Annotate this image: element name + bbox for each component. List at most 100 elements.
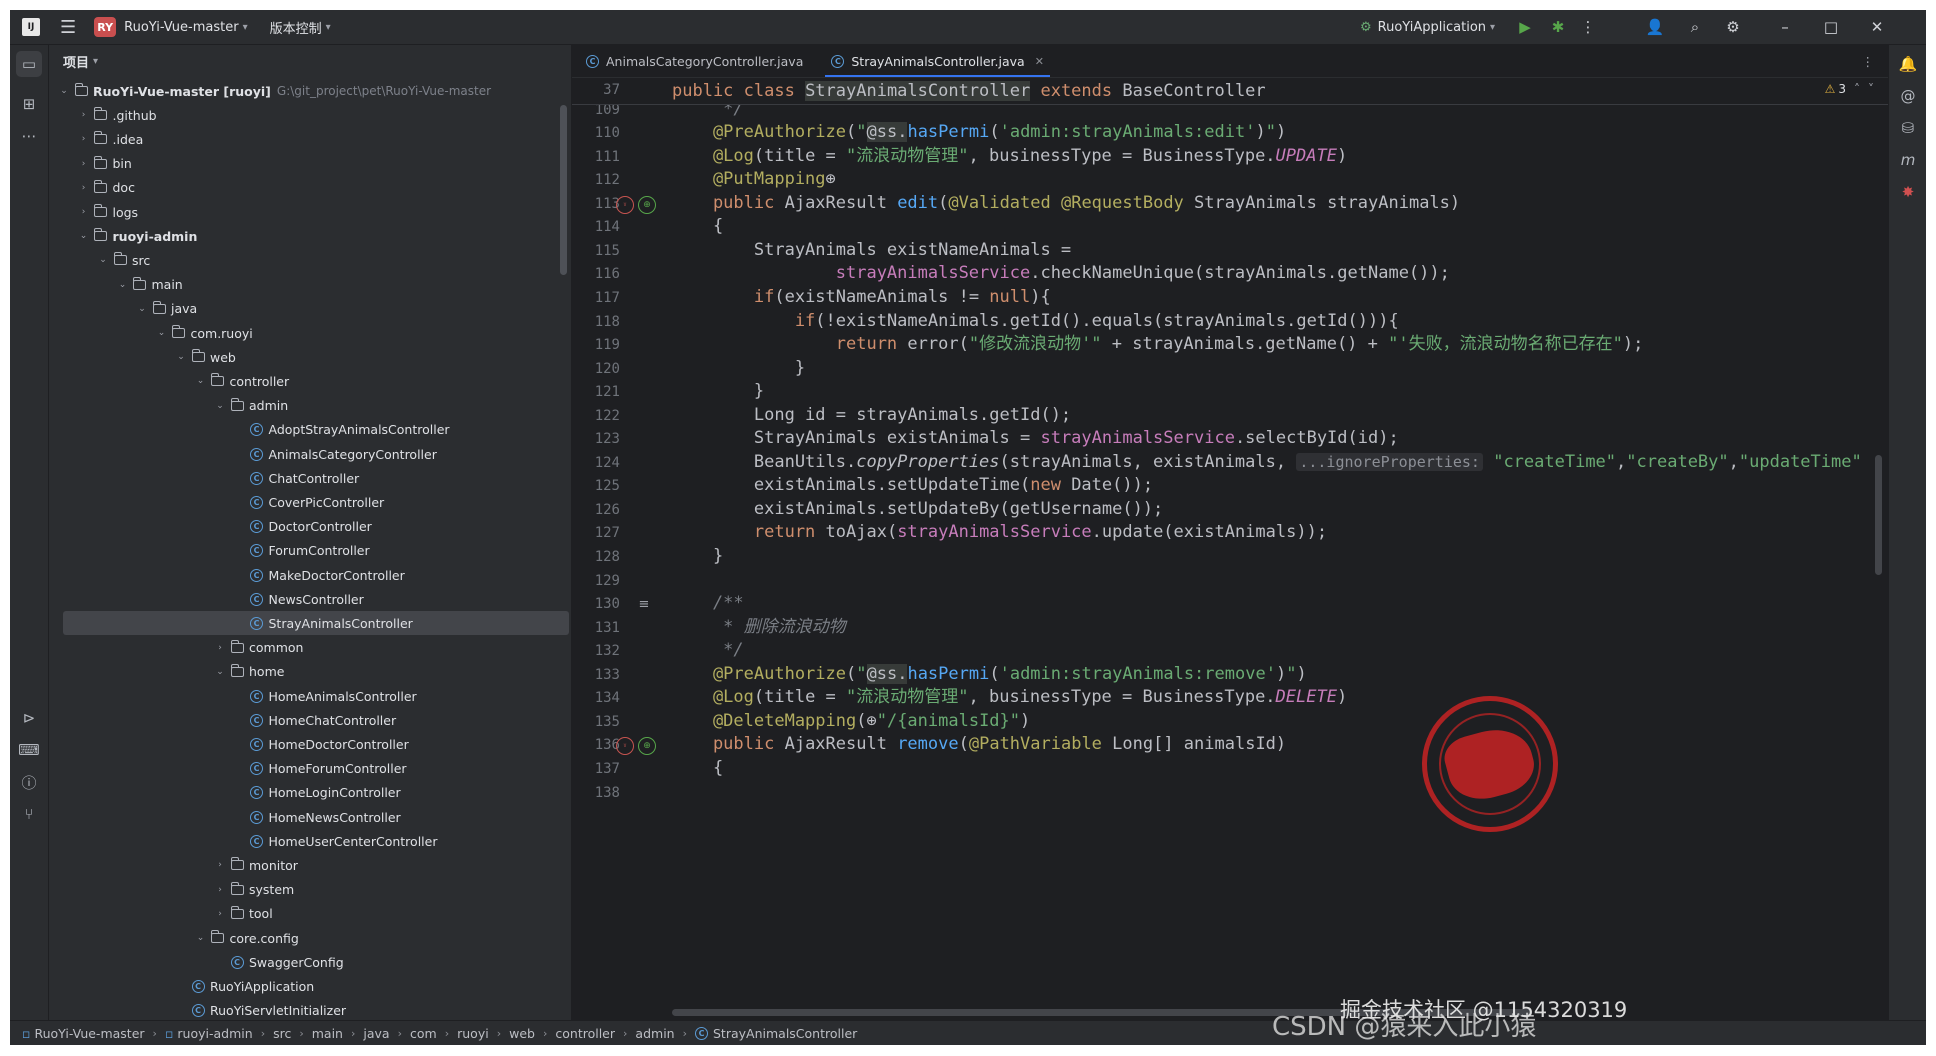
tree-item-folder[interactable]: › common <box>49 636 569 660</box>
tree-item-class[interactable]: C RuoYiServletInitializer <box>49 999 569 1020</box>
line-number[interactable]: 136 <box>572 737 620 753</box>
chevron-right-icon[interactable]: › <box>213 885 227 895</box>
chevron-down-icon[interactable]: ⌄ <box>213 401 227 411</box>
code-line[interactable]: @PreAuthorize("@ss.hasPermi('admin:stray… <box>672 663 1307 685</box>
tree-item-class[interactable]: C NewsController <box>49 587 569 611</box>
chevron-down-icon[interactable]: ⌄ <box>194 376 208 386</box>
tree-item-folder[interactable]: ⌄ java <box>49 297 569 321</box>
plugin-icon[interactable]: ✸ <box>1895 179 1921 205</box>
line-number[interactable]: 113 <box>572 196 620 212</box>
git-branch-icon[interactable]: ⑂ <box>16 801 42 827</box>
line-number[interactable]: 110 <box>572 125 620 141</box>
breadcrumb-item[interactable]: admin <box>635 1026 674 1041</box>
tree-item-class[interactable]: C HomeLoginController <box>49 781 569 805</box>
line-number[interactable]: 120 <box>572 361 620 377</box>
tree-item-class[interactable]: C RuoYiApplication <box>49 974 569 998</box>
code-line[interactable]: */ <box>672 639 743 661</box>
breadcrumb-item[interactable]: src <box>273 1026 291 1041</box>
chevron-right-icon[interactable]: › <box>77 134 91 144</box>
code-line[interactable]: @PreAuthorize("@ss.hasPermi('admin:stray… <box>672 121 1286 143</box>
line-number[interactable]: 112 <box>572 172 620 188</box>
breadcrumb-item[interactable]: controller <box>555 1026 615 1041</box>
line-number[interactable]: 117 <box>572 290 620 306</box>
tree-item-class[interactable]: C HomeAnimalsController <box>49 684 569 708</box>
add-user-icon[interactable]: 👤 <box>1640 10 1670 44</box>
code-line[interactable]: existAnimals.setUpdateBy(getUsername()); <box>672 498 1163 520</box>
close-tab-icon[interactable]: ✕ <box>1035 55 1044 68</box>
tree-item-folder[interactable]: ⌄ src <box>49 248 569 272</box>
tree-item-class[interactable]: C DoctorController <box>49 515 569 539</box>
tree-item-class[interactable]: C ForumController <box>49 539 569 563</box>
code-line[interactable]: strayAnimalsService.checkNameUnique(stra… <box>672 262 1450 284</box>
tree-scrollbar[interactable] <box>560 105 567 275</box>
main-menu-icon[interactable]: ☰ <box>60 17 76 38</box>
tab-animals-category-controller[interactable]: C AnimalsCategoryController.java <box>572 45 817 77</box>
tree-item-folder[interactable]: ⌄ admin <box>49 394 569 418</box>
code-line[interactable]: @Log(title = "流浪动物管理", businessType = Bu… <box>672 686 1347 708</box>
breadcrumb-item[interactable]: main <box>312 1026 343 1041</box>
tree-item-folder[interactable]: ⌄ controller <box>49 369 569 393</box>
chevron-down-icon[interactable]: ⌄ <box>77 231 91 241</box>
chevron-right-icon[interactable]: › <box>213 909 227 919</box>
tree-item-class[interactable]: C CoverPicController <box>49 490 569 514</box>
code-line[interactable]: public AjaxResult remove(@PathVariable L… <box>672 733 1286 755</box>
database-icon[interactable]: ⛁ <box>1895 115 1921 141</box>
tab-stray-animals-controller[interactable]: C StrayAnimalsController.java ✕ <box>817 45 1058 77</box>
web-mapping-icon[interactable]: ⊕ <box>638 195 656 214</box>
line-number[interactable]: 119 <box>572 337 620 353</box>
line-number[interactable]: 128 <box>572 549 620 565</box>
chevron-right-icon[interactable]: › <box>77 110 91 120</box>
tree-item-class[interactable]: C SwaggerConfig <box>49 950 569 974</box>
chevron-down-icon[interactable]: ▾ <box>326 22 331 33</box>
breadcrumb-item[interactable]: com <box>410 1026 437 1041</box>
tree-item-folder[interactable]: › system <box>49 878 569 902</box>
tree-item-folder[interactable]: › monitor <box>49 853 569 877</box>
chevron-down-icon[interactable]: ⌄ <box>135 304 149 314</box>
code-line[interactable]: if(!existNameAnimals.getId().equals(stra… <box>672 310 1399 332</box>
code-area[interactable]: * 修改流浪动物 */ @PreAuthorize("@ss.hasPermi(… <box>672 78 1888 1020</box>
code-line[interactable]: StrayAnimals existAnimals = strayAnimals… <box>672 427 1399 449</box>
tree-item-folder[interactable]: › tool <box>49 902 569 926</box>
code-line[interactable]: return toAjax(strayAnimalsService.update… <box>672 521 1327 543</box>
line-number[interactable]: 126 <box>572 502 620 518</box>
more-actions-icon[interactable]: ⋮ <box>1573 10 1603 44</box>
code-line[interactable]: @Log(title = "流浪动物管理", businessType = Bu… <box>672 145 1347 167</box>
code-line[interactable]: return error("修改流浪动物'" + strayAnimals.ge… <box>672 333 1644 355</box>
tree-item-class[interactable]: C HomeUserCenterController <box>49 829 569 853</box>
chevron-down-icon[interactable]: ⌄ <box>116 280 130 290</box>
endpoint-marker-icon[interactable]: ⍤ <box>616 737 634 756</box>
doc-render-icon[interactable]: ≡ <box>636 596 652 612</box>
inspection-widget[interactable]: ⚠ 3 ˄ ˅ <box>1825 82 1874 96</box>
code-line[interactable]: BeanUtils.copyProperties(strayAnimals, e… <box>672 451 1862 473</box>
chevron-right-icon[interactable]: › <box>213 860 227 870</box>
structure-icon[interactable]: ⊞ <box>16 91 42 117</box>
line-number[interactable]: 130 <box>572 596 620 612</box>
tree-item-folder[interactable]: ⌄ core.config <box>49 926 569 950</box>
code-line[interactable]: { <box>672 215 723 237</box>
tree-item-class[interactable]: C AnimalsCategoryController <box>49 442 569 466</box>
chevron-down-icon[interactable]: ⌄ <box>213 667 227 677</box>
chevron-down-icon[interactable]: ⌄ <box>174 352 188 362</box>
breadcrumb-item[interactable]: java <box>363 1026 389 1041</box>
line-number[interactable]: 115 <box>572 243 620 259</box>
code-line[interactable]: @PutMapping⊕ <box>672 168 836 190</box>
project-panel-title[interactable]: 项目 <box>63 52 89 71</box>
line-number[interactable]: 127 <box>572 525 620 541</box>
chevron-up-icon[interactable]: ˄ <box>1854 82 1860 96</box>
endpoint-marker-icon[interactable]: ⍤ <box>616 195 634 214</box>
breadcrumb-item[interactable]: ▫ RuoYi-Vue-master <box>22 1026 145 1041</box>
code-line[interactable]: } <box>672 357 805 379</box>
chevron-down-icon[interactable]: ▾ <box>243 22 248 33</box>
line-number[interactable]: 121 <box>572 384 620 400</box>
tree-item-class[interactable]: C HomeDoctorController <box>49 732 569 756</box>
tree-item-folder[interactable]: › logs <box>49 200 569 224</box>
code-line[interactable]: public AjaxResult edit(@Validated @Reque… <box>672 192 1460 214</box>
line-number[interactable]: 124 <box>572 455 620 471</box>
line-number[interactable]: 123 <box>572 431 620 447</box>
tree-item-class[interactable]: C MakeDoctorController <box>49 563 569 587</box>
chevron-down-icon[interactable]: ⌄ <box>194 933 208 943</box>
editor-gutter[interactable]: 108109110111112113⍤⊕11411511611711811912… <box>572 78 672 1020</box>
line-number[interactable]: 118 <box>572 314 620 330</box>
line-number[interactable]: 114 <box>572 219 620 235</box>
code-line[interactable]: @DeleteMapping(⊕"/{animalsId}") <box>672 710 1030 732</box>
